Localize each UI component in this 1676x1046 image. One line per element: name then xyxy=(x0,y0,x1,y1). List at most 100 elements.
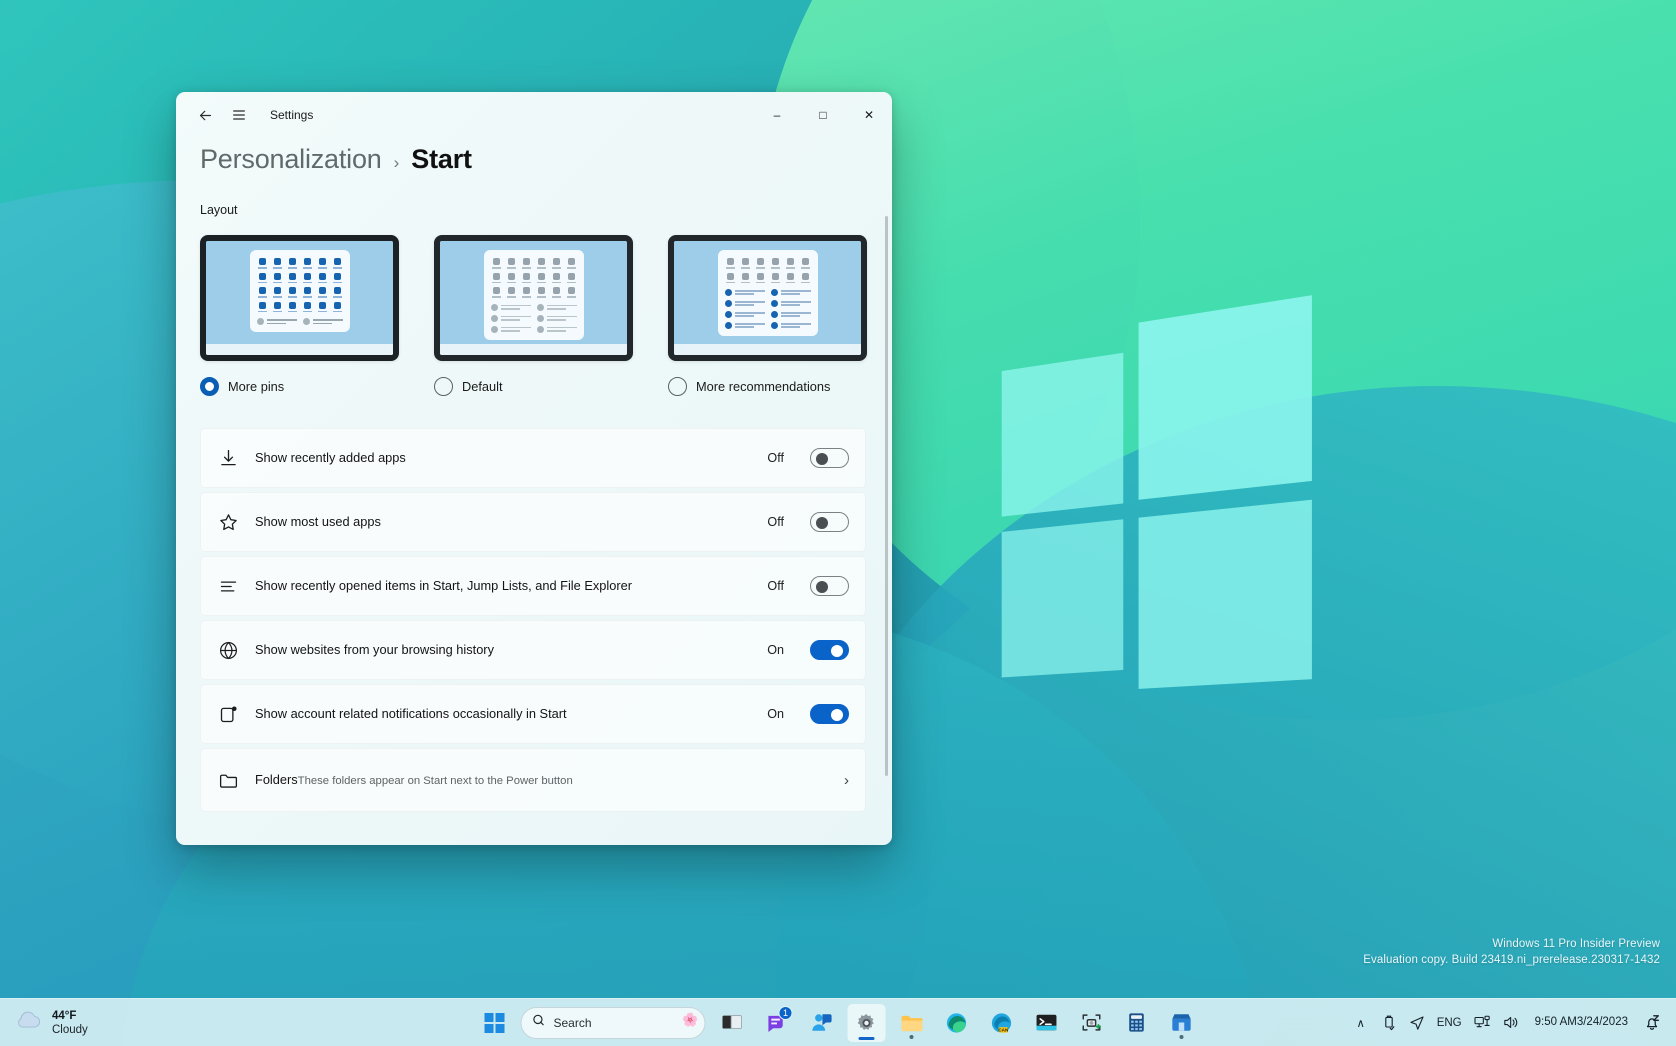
recommendation-preview-item xyxy=(724,311,765,319)
settings-row[interactable]: Show recently added apps Off xyxy=(200,428,866,488)
pin-preview-item xyxy=(536,287,547,298)
notification-badge-icon xyxy=(215,701,241,727)
recommendation-preview-item xyxy=(536,303,577,311)
weather-temperature: 44°F xyxy=(52,1009,77,1022)
notification-bell-icon[interactable] xyxy=(1638,1006,1666,1040)
chat-badge: 1 xyxy=(778,1005,793,1020)
show-hidden-icons-button[interactable]: ∧ xyxy=(1348,1006,1374,1040)
window-controls: – □ ✕ xyxy=(754,92,892,138)
clock[interactable]: 9:50 AM 3/24/2023 xyxy=(1527,1006,1636,1040)
edge-canary-app[interactable]: CAN xyxy=(983,1004,1021,1042)
toggle-knob xyxy=(831,645,843,657)
pin-preview-item xyxy=(302,301,313,313)
minimize-button[interactable]: – xyxy=(754,92,800,138)
settings-toggle[interactable] xyxy=(810,704,849,724)
back-arrow-icon[interactable] xyxy=(188,99,222,131)
pin-preview-item xyxy=(551,258,562,269)
settings-toggle[interactable] xyxy=(810,576,849,596)
hamburger-menu-icon[interactable] xyxy=(222,99,256,131)
layout-option-default[interactable]: Default xyxy=(434,235,633,396)
recommendations-preview-grid xyxy=(724,289,811,330)
settings-toggle[interactable] xyxy=(810,512,849,532)
page-title: Start xyxy=(411,144,472,174)
layout-preview-more-pins[interactable] xyxy=(200,235,399,361)
language-indicator[interactable]: ENG xyxy=(1432,1006,1467,1040)
snipping-tool-app[interactable] xyxy=(1073,1004,1111,1042)
layout-preview-more-recommendations[interactable] xyxy=(668,235,867,361)
usb-icon[interactable] xyxy=(1376,1006,1402,1040)
weather-condition: Cloudy xyxy=(52,1023,88,1036)
layout-radio-default[interactable]: Default xyxy=(434,377,633,396)
vertical-scrollbar[interactable] xyxy=(885,216,888,776)
settings-toggle[interactable] xyxy=(810,640,849,660)
folder-icon xyxy=(215,767,241,793)
pins-preview-grid xyxy=(257,258,343,313)
close-button[interactable]: ✕ xyxy=(846,92,892,138)
start-button[interactable] xyxy=(476,1004,514,1042)
weather-widget[interactable]: 44°F Cloudy xyxy=(14,1009,88,1037)
pin-preview-item xyxy=(536,272,547,284)
settings-row[interactable]: Show recently opened items in Start, Jum… xyxy=(200,556,866,616)
settings-row[interactable]: Show account related notifications occas… xyxy=(200,684,866,744)
pin-preview-item xyxy=(725,258,736,269)
recommendation-preview-item xyxy=(536,314,577,322)
terminal-app[interactable] xyxy=(1028,1004,1066,1042)
layout-preview-default[interactable] xyxy=(434,235,633,361)
chat-app[interactable]: 1 xyxy=(758,1004,796,1042)
location-arrow-icon[interactable] xyxy=(1404,1006,1430,1040)
preview-taskbar xyxy=(440,344,627,355)
search-decoration-icon: 🌸 xyxy=(682,1011,699,1027)
preview-taskbar xyxy=(206,344,393,355)
pin-preview-item xyxy=(257,258,268,269)
toggle-knob xyxy=(816,517,828,529)
pin-preview-item xyxy=(332,301,343,313)
pin-preview-item xyxy=(800,272,811,284)
pin-preview-item xyxy=(506,258,517,269)
network-icon[interactable] xyxy=(1469,1006,1496,1040)
store-app[interactable] xyxy=(1163,1004,1201,1042)
layout-option-more-pins[interactable]: More pins xyxy=(200,235,399,396)
recommendations-preview-grid xyxy=(256,318,343,326)
layout-radio-more-pins[interactable]: More pins xyxy=(200,377,399,396)
settings-app[interactable] xyxy=(847,1003,886,1042)
settings-toggle[interactable] xyxy=(810,448,849,468)
chevron-right-icon[interactable]: › xyxy=(844,772,849,789)
list-lines-icon xyxy=(215,573,241,599)
volume-icon[interactable] xyxy=(1498,1006,1525,1040)
recommendation-preview-item xyxy=(770,311,811,319)
pin-preview-item xyxy=(521,258,532,269)
pins-preview-grid xyxy=(491,258,577,298)
radio-indicator[interactable] xyxy=(200,377,219,396)
pin-preview-item xyxy=(272,287,283,298)
maximize-button[interactable]: □ xyxy=(800,92,846,138)
edge-browser-app[interactable] xyxy=(938,1004,976,1042)
pin-preview-item xyxy=(725,272,736,284)
settings-app-active-indicator xyxy=(858,1036,875,1040)
people-app[interactable] xyxy=(803,1004,841,1042)
settings-window: Settings – □ ✕ Personalization › Start L… xyxy=(176,92,892,845)
settings-row[interactable]: Show websites from your browsing history… xyxy=(200,620,866,680)
breadcrumb-personalization[interactable]: Personalization xyxy=(200,144,382,175)
file-explorer-app[interactable] xyxy=(893,1004,931,1042)
evaluation-watermark: Windows 11 Pro Insider Preview Evaluatio… xyxy=(1363,936,1660,968)
pin-preview-item xyxy=(332,258,343,269)
system-tray: ∧ ENG 9:50 AM 3/24/2023 xyxy=(1348,1006,1666,1040)
layout-option-more-recommendations[interactable]: More recommendations xyxy=(668,235,867,396)
pin-preview-item xyxy=(566,258,577,269)
recommendation-preview-item xyxy=(724,322,765,330)
pin-preview-item xyxy=(272,258,283,269)
radio-indicator[interactable] xyxy=(434,377,453,396)
taskview-button[interactable] xyxy=(713,1004,751,1042)
search-input[interactable]: Search 🌸 xyxy=(520,1006,706,1039)
pin-preview-item xyxy=(740,272,751,284)
calculator-app[interactable] xyxy=(1118,1004,1156,1042)
folders-subtitle: These folders appear on Start next to th… xyxy=(297,775,573,787)
layout-radio-more-recommendations[interactable]: More recommendations xyxy=(668,377,867,396)
pin-preview-item xyxy=(785,272,796,284)
radio-indicator[interactable] xyxy=(668,377,687,396)
pin-preview-item xyxy=(317,301,328,313)
pin-preview-item xyxy=(566,287,577,298)
folders-row[interactable]: FoldersThese folders appear on Start nex… xyxy=(200,748,866,812)
settings-row[interactable]: Show most used apps Off xyxy=(200,492,866,552)
window-titlebar: Settings – □ ✕ xyxy=(176,92,892,138)
